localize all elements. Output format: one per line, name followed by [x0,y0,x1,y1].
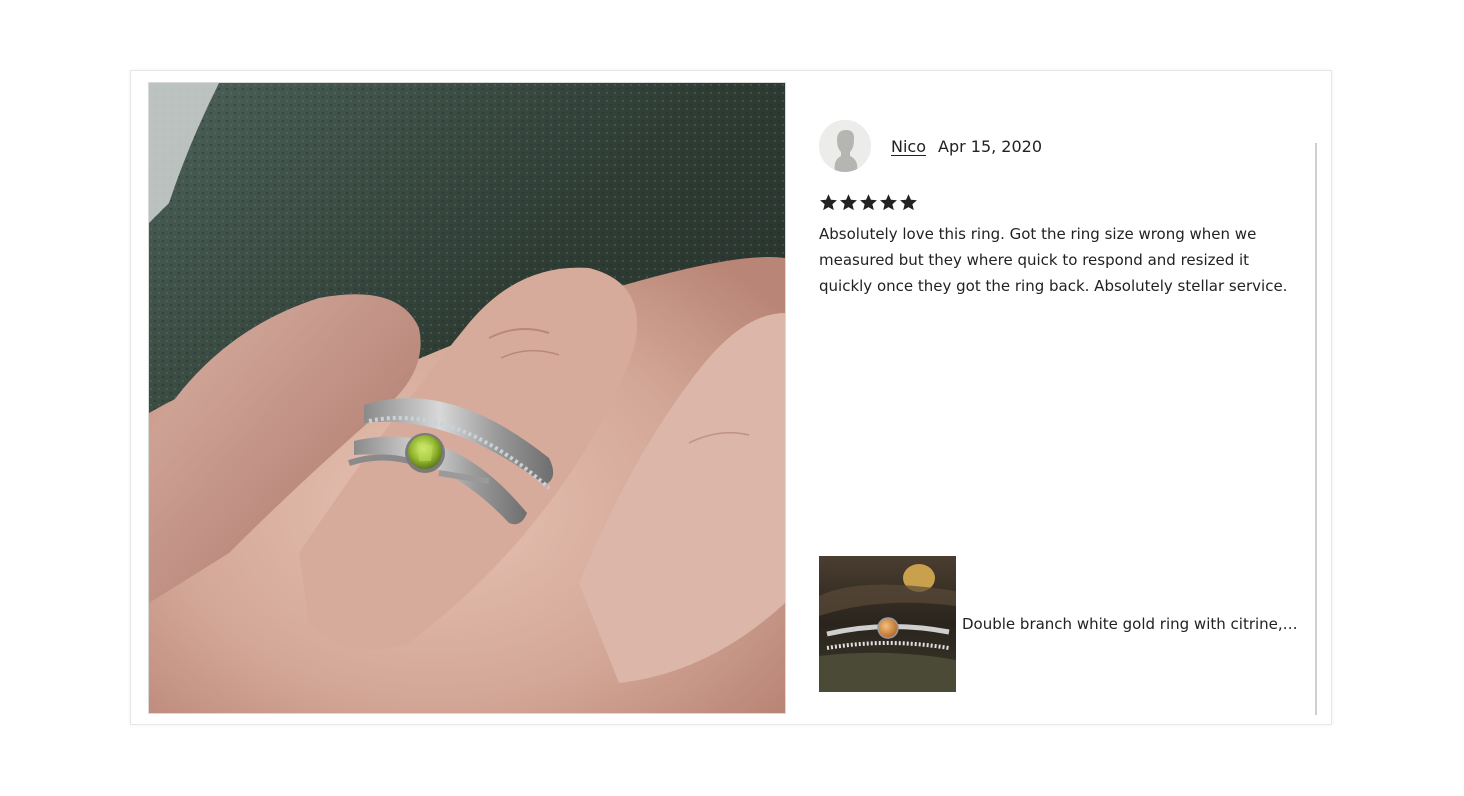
review-card: Nico Apr 15, 2020 Absolutely love this r… [130,70,1332,725]
star-icon [880,194,897,211]
review-panel: Nico Apr 15, 2020 Absolutely love this r… [819,119,1305,715]
star-icon [860,194,877,211]
star-icon [900,194,917,211]
product-title[interactable]: Double branch white gold ring with citri… [962,615,1302,633]
star-icon [820,194,837,211]
default-user-silhouette-icon[interactable] [819,120,871,172]
reviewer-header: Nico Apr 15, 2020 [819,119,1042,173]
review-photo[interactable] [148,82,786,714]
star-rating [819,193,918,212]
product-link[interactable]: Double branch white gold ring with citri… [819,555,1305,692]
review-date: Apr 15, 2020 [938,136,1043,156]
review-text: Absolutely love this ring. Got the ring … [819,225,1288,295]
product-thumbnail[interactable] [819,555,956,692]
panel-divider [1315,143,1317,715]
star-icon [840,194,857,211]
review-photo-image [149,83,785,713]
reviewer-name-link[interactable]: Nico [891,137,926,156]
